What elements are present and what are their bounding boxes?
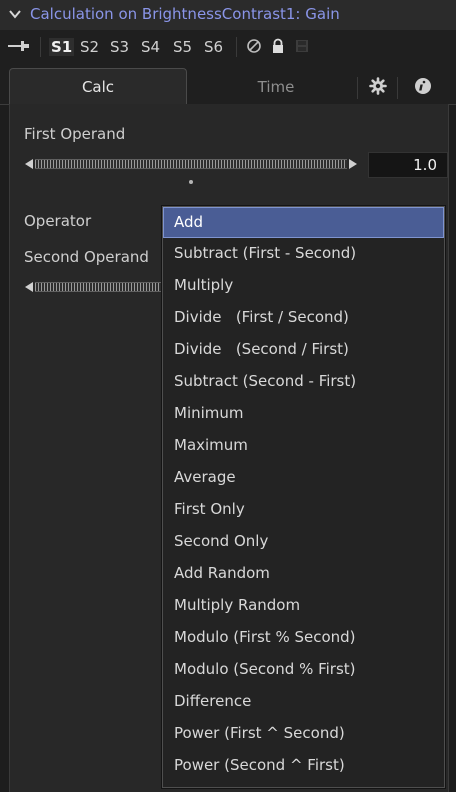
first-operand-value: 1.0 (413, 156, 437, 174)
operator-option[interactable]: First Only (163, 494, 444, 525)
first-operand-label: First Operand (24, 125, 126, 143)
operator-option[interactable]: Average (163, 462, 444, 493)
lock-icon[interactable] (270, 38, 286, 54)
version-tab-s3[interactable]: S3 (110, 38, 129, 56)
operator-option[interactable]: Divide (Second / First) (163, 334, 444, 365)
panel-title: Calculation on BrightnessContrast1: Gain (30, 5, 340, 23)
default-value-dot (189, 180, 193, 184)
operator-option[interactable]: Add Random (163, 558, 444, 589)
slider-left-arrow-icon[interactable] (25, 282, 33, 292)
version-tab-s5[interactable]: S5 (173, 38, 192, 56)
operator-option-add[interactable]: Add (163, 207, 444, 238)
operator-option[interactable]: Power (Second ^ First) (163, 750, 444, 781)
tab-time-label: Time (257, 78, 295, 96)
operator-option[interactable]: Subtract (First - Second) (163, 238, 444, 269)
operator-option[interactable]: Modulo (First % Second) (163, 622, 444, 653)
first-operand-slider[interactable] (35, 159, 347, 169)
separator (397, 77, 398, 99)
operator-option[interactable]: Maximum (163, 430, 444, 461)
operator-label: Operator (24, 212, 92, 230)
operator-option[interactable]: Divide (First / Second) (163, 302, 444, 333)
tab-time[interactable]: Time (186, 68, 346, 104)
reset-icon[interactable] (246, 38, 262, 54)
separator (40, 37, 41, 57)
slider-thumb-icon[interactable] (349, 159, 357, 169)
first-operand-value-field[interactable]: 1.0 (368, 152, 448, 178)
tab-calc[interactable]: Calc (9, 68, 187, 105)
version-tab-s1[interactable]: S1 (49, 38, 75, 56)
version-tab-s2[interactable]: S2 (80, 38, 99, 56)
operator-option[interactable]: Minimum (163, 398, 444, 429)
second-operand-label: Second Operand (24, 248, 149, 266)
info-icon[interactable] (414, 77, 432, 95)
operator-option[interactable]: Power (First ^ Second) (163, 718, 444, 749)
operator-option[interactable]: Modulo (Second % First) (163, 654, 444, 685)
version-bar: S1 S2 S3 S4 S5 S6 (0, 30, 456, 64)
operator-option[interactable]: Difference (163, 686, 444, 717)
inspector-header: Calculation on BrightnessContrast1: Gain (0, 0, 456, 30)
tab-bar: Calc Time (0, 64, 456, 105)
pin-icon[interactable] (8, 39, 30, 53)
separator (236, 37, 237, 57)
operator-option[interactable]: Second Only (163, 526, 444, 557)
separator (357, 77, 358, 99)
second-operand-slider[interactable] (35, 282, 161, 292)
save-icon[interactable] (294, 38, 310, 54)
operator-dropdown-list[interactable]: Add Subtract (First - Second) Multiply D… (162, 206, 445, 788)
chevron-down-icon[interactable] (8, 7, 22, 21)
operator-option[interactable]: Multiply Random (163, 590, 444, 621)
version-tab-s4[interactable]: S4 (141, 38, 160, 56)
gear-icon[interactable] (369, 77, 387, 95)
operator-option[interactable]: Multiply (163, 270, 444, 301)
tab-calc-label: Calc (81, 78, 115, 96)
operator-option[interactable]: Subtract (Second - First) (163, 366, 444, 397)
slider-left-arrow-icon[interactable] (25, 159, 33, 169)
version-tab-s6[interactable]: S6 (204, 38, 223, 56)
